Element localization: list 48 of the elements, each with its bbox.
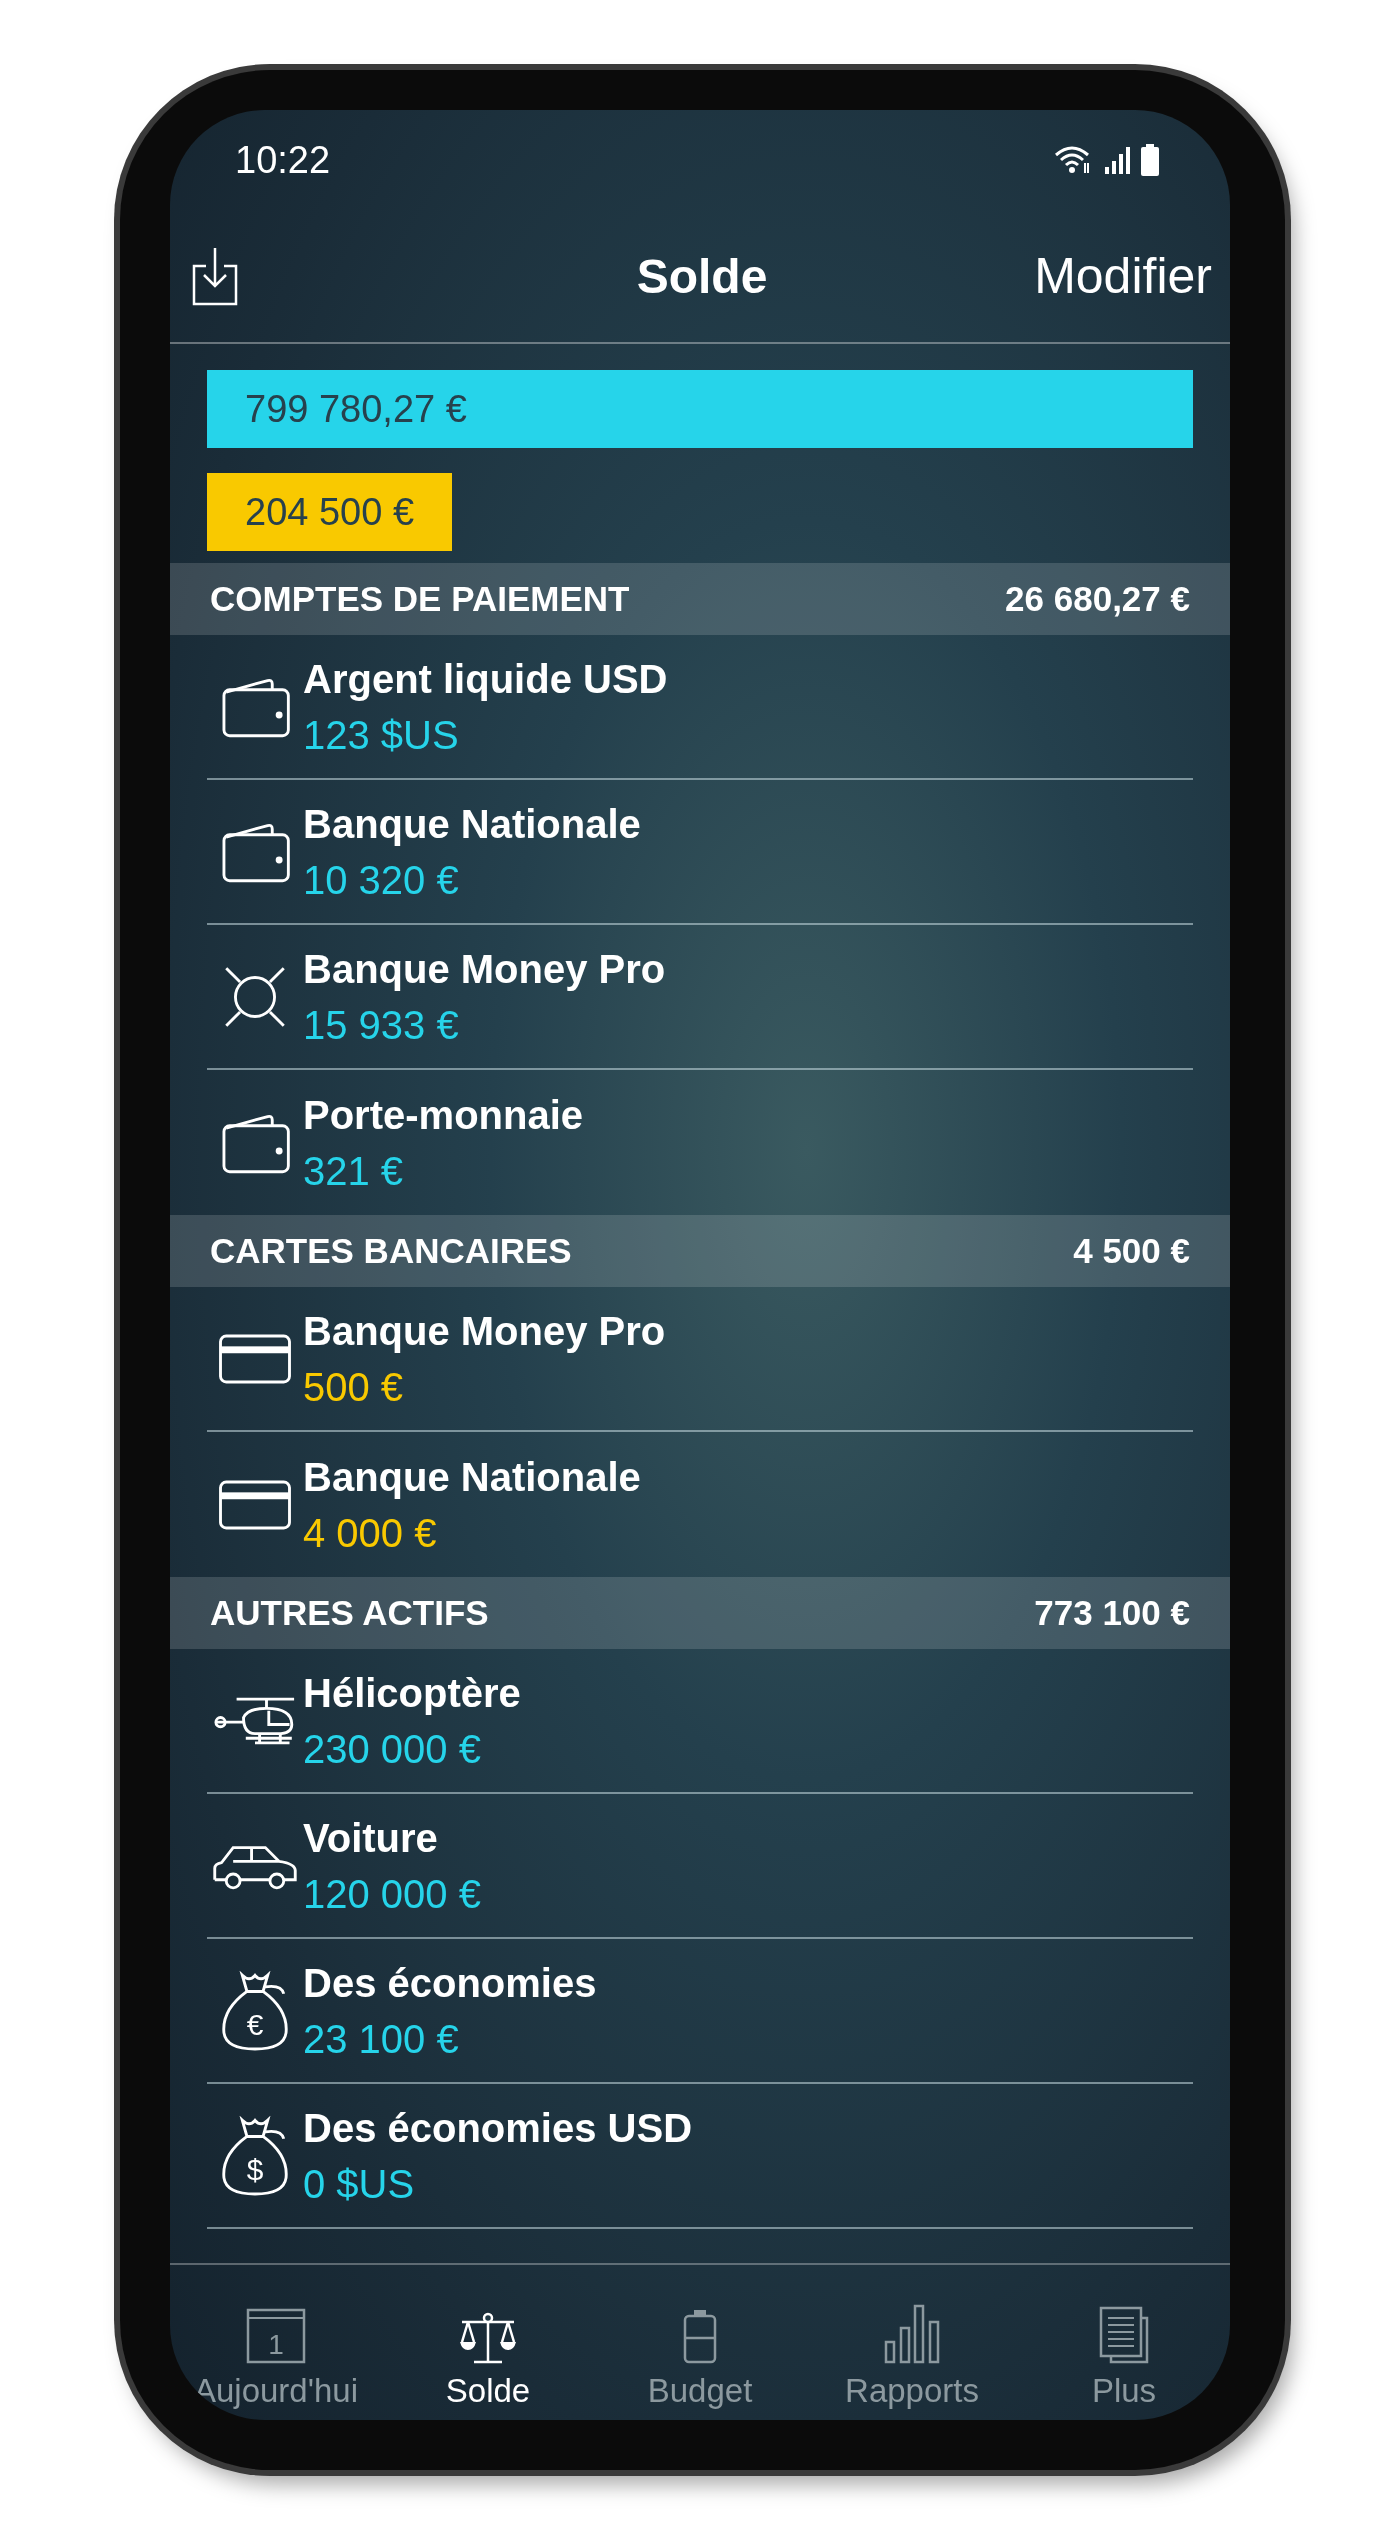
account-name: Porte-monnaie (303, 1091, 584, 1139)
account-amount: 230 000 € (303, 1725, 482, 1773)
account-name: Banque Nationale (303, 1453, 641, 1501)
tab-bar-item[interactable]: Budget (594, 2265, 806, 2410)
balance-bar: 799 780,27 € (207, 370, 1193, 448)
account-amount: 10 320 € (303, 856, 460, 904)
balance-bar: 204 500 € (207, 473, 453, 551)
account-name: Des économies (303, 1959, 597, 2007)
account-amount: 23 100 € (303, 2015, 460, 2063)
section-total: 26 680,27 € (1005, 579, 1190, 619)
account-amount: 120 000 € (303, 1870, 481, 1918)
tab-bar-item[interactable]: Solde (382, 2265, 594, 2410)
credit-card-icon (218, 1333, 292, 1384)
account-name: Voiture (303, 1814, 439, 1862)
battery-icon (1140, 144, 1160, 176)
tab-bar-item[interactable]: 1 Aujourd'hui (170, 2265, 382, 2410)
tab-bar-item[interactable]: Plus (1018, 2265, 1230, 2410)
edit-button[interactable]: Modifier (1034, 247, 1212, 305)
account-name: Argent liquide USD (303, 655, 668, 703)
calendar-day: 1 (268, 2329, 284, 2360)
signal-icon (1104, 145, 1130, 175)
download-icon[interactable] (192, 246, 238, 306)
account-name: Banque Money Pro (303, 945, 666, 993)
account-amount: 500 € (303, 1363, 405, 1411)
section-title: AUTRES ACTIFS (210, 1593, 489, 1633)
account-name: Banque Money Pro (303, 1307, 666, 1355)
account-amount: 123 $US (303, 711, 460, 759)
currency-symbol: € (246, 2007, 264, 2041)
currency-symbol: $ (246, 2152, 264, 2186)
status-time: 10:22 (235, 138, 331, 182)
bar-chart-icon (884, 2304, 940, 2364)
account-amount: 321 € (303, 1147, 405, 1195)
account-amount: 4 000 € (303, 1509, 438, 1557)
tab-bar-item[interactable]: Rapports (806, 2265, 1018, 2410)
screen-title: Solde (636, 248, 768, 304)
account-amount: 15 933 € (303, 1001, 460, 1049)
account-name: Hélicoptère (303, 1669, 521, 1717)
section-total: 4 500 € (1073, 1231, 1190, 1271)
section-total: 773 100 € (1034, 1593, 1190, 1633)
account-name: Banque Nationale (303, 800, 641, 848)
section-title: COMPTES DE PAIEMENT (210, 579, 630, 619)
section-title: CARTES BANCAIRES (210, 1231, 572, 1271)
account-amount: 0 $US (303, 2160, 416, 2208)
battery-level-icon (683, 2308, 717, 2364)
credit-card-icon (218, 1479, 292, 1530)
documents-icon (1099, 2306, 1149, 2364)
account-name: Des économies USD (303, 2104, 693, 2152)
currency-sign-icon (222, 964, 288, 1029)
